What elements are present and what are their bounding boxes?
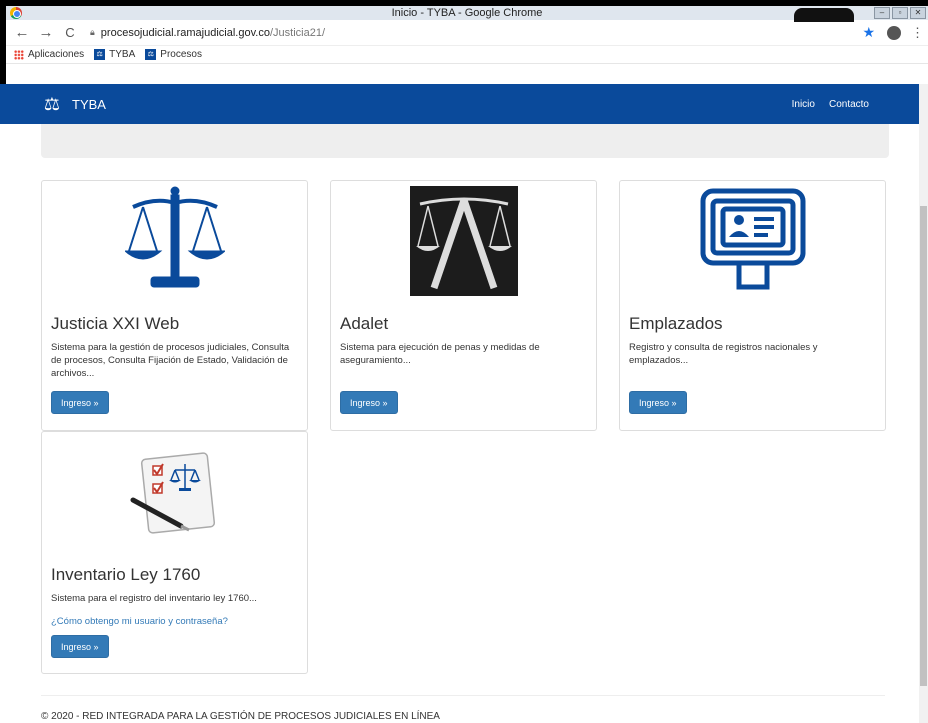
title-bar: Inicio - TYBA - Google Chrome – ▫ ✕ bbox=[6, 6, 928, 22]
bookmarks-bar: Aplicaciones ⚖ TYBA ⚖ Procesos bbox=[6, 46, 928, 64]
footer-divider bbox=[41, 695, 885, 696]
close-button[interactable]: ✕ bbox=[910, 7, 926, 19]
ingreso-button[interactable]: Ingreso » bbox=[629, 391, 687, 414]
credentials-help-link[interactable]: ¿Cómo obtengo mi usuario y contraseña? bbox=[51, 616, 228, 627]
ingreso-button[interactable]: Ingreso » bbox=[340, 391, 398, 414]
jumbotron-panel bbox=[41, 124, 889, 158]
nav-inicio-link[interactable]: Inicio bbox=[792, 99, 815, 110]
account-icon[interactable] bbox=[887, 25, 901, 40]
nav-contacto-link[interactable]: Contacto bbox=[829, 99, 869, 110]
tyba-favicon: ⚖ bbox=[94, 49, 106, 60]
bookmark-tyba[interactable]: ⚖ TYBA bbox=[94, 49, 135, 60]
card-adalet: Adalet Sistema para ejecución de penas y… bbox=[330, 180, 597, 431]
chrome-logo-icon bbox=[10, 7, 22, 19]
brand-link[interactable]: TYBA bbox=[72, 97, 106, 112]
scrollbar-thumb[interactable] bbox=[920, 206, 927, 686]
ingreso-button[interactable]: Ingreso » bbox=[51, 391, 109, 414]
bookmark-label: Aplicaciones bbox=[28, 49, 85, 60]
card-description: Registro y consulta de registros naciona… bbox=[629, 342, 818, 366]
tyba-favicon: ⚖ bbox=[145, 49, 157, 60]
card-title: Adalet bbox=[340, 314, 389, 333]
scales-logo-icon[interactable]: ⚖ bbox=[42, 94, 62, 114]
reload-icon[interactable]: C bbox=[60, 25, 80, 40]
card-title: Inventario Ley 1760 bbox=[51, 565, 201, 584]
card-emplazados: Emplazados Registro y consulta de regist… bbox=[619, 180, 886, 431]
forward-arrow-icon[interactable]: → bbox=[36, 24, 56, 41]
address-bar[interactable]: 🔒︎ procesojudicial.ramajudicial.gov.co/J… bbox=[84, 22, 858, 44]
bookmark-label: TYBA bbox=[109, 49, 136, 60]
apps-grid-icon bbox=[14, 49, 24, 60]
card-description: Sistema para ejecución de penas y medida… bbox=[340, 342, 540, 366]
tab-shape bbox=[794, 8, 854, 22]
back-arrow-icon[interactable]: ← bbox=[12, 24, 32, 41]
card-inventario: Inventario Ley 1760 Sistema para el regi… bbox=[41, 431, 308, 674]
monitor-id-card-icon bbox=[620, 181, 885, 301]
adalet-logo-image bbox=[331, 181, 596, 301]
minimize-button[interactable]: – bbox=[874, 7, 890, 19]
card-description: Sistema para el registro del inventario … bbox=[51, 593, 257, 604]
web-page: ⚖ TYBA Inicio Contacto Justicia XXI Web … bbox=[0, 84, 919, 723]
ingreso-button[interactable]: Ingreso » bbox=[51, 635, 109, 658]
scales-icon bbox=[42, 181, 307, 301]
card-description: Sistema para la gestión de procesos judi… bbox=[51, 342, 290, 379]
maximize-button[interactable]: ▫ bbox=[892, 7, 908, 19]
bookmark-apps[interactable]: Aplicaciones bbox=[14, 49, 84, 60]
card-justicia: Justicia XXI Web Sistema para la gestión… bbox=[41, 180, 308, 431]
card-title: Justicia XXI Web bbox=[51, 314, 180, 333]
footer-text: © 2020 - RED INTEGRADA PARA LA GESTIÓN D… bbox=[41, 711, 440, 722]
browser-toolbar: ← → C 🔒︎ procesojudicial.ramajudicial.go… bbox=[6, 20, 928, 46]
bookmark-label: Procesos bbox=[160, 49, 202, 60]
url-path: /Justicia21/ bbox=[269, 26, 325, 39]
kebab-menu-icon[interactable]: ⋮ bbox=[911, 25, 924, 41]
window-title: Inicio - TYBA - Google Chrome bbox=[391, 7, 543, 19]
url-host: procesojudicial.ramajudicial.gov.co bbox=[100, 26, 270, 39]
page-scrollbar[interactable] bbox=[919, 84, 928, 723]
lock-icon: 🔒︎ bbox=[90, 27, 95, 37]
site-navbar: ⚖ TYBA Inicio Contacto bbox=[0, 84, 919, 124]
bookmark-star-icon[interactable]: ★ bbox=[862, 24, 875, 41]
card-title: Emplazados bbox=[629, 314, 723, 333]
bookmark-procesos[interactable]: ⚖ Procesos bbox=[145, 49, 202, 60]
checklist-document-icon bbox=[42, 432, 307, 552]
